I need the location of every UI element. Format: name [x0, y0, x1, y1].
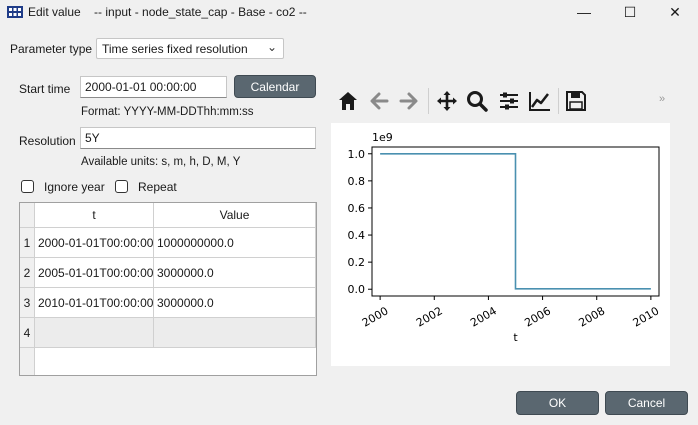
back-button[interactable]	[366, 88, 392, 114]
pan-icon	[437, 91, 457, 111]
y-tick-label: 0.6	[348, 202, 366, 215]
y-scale-label: 1e9	[372, 131, 393, 144]
window-title: Edit value -- input - node_state_cap - B…	[28, 5, 307, 19]
y-tick-label: 0.8	[348, 175, 366, 188]
resolution-input[interactable]: 5Y	[80, 127, 316, 149]
table-cell-t[interactable]	[35, 318, 154, 348]
row-header[interactable]: 2	[20, 258, 35, 288]
row-header[interactable]: 1	[20, 228, 35, 258]
table-cell-value[interactable]: 1000000000.0	[154, 228, 316, 258]
save-icon	[566, 91, 586, 111]
table-cell-value[interactable]: 3000000.0	[154, 258, 316, 288]
table-cell-value[interactable]: 3000000.0	[154, 288, 316, 318]
table-cell-t[interactable]: 2000-01-01T00:00:00	[35, 228, 154, 258]
maximize-icon: ☐	[623, 3, 637, 20]
plot-area[interactable]: 0.0 0.2 0.4 0.6 0.8 1.0 2000 2002 2004 2006 2008 20…	[331, 123, 670, 366]
parameter-type-select[interactable]: Time series fixed resolution ⌄	[96, 38, 284, 59]
table-corner	[20, 203, 35, 228]
close-button[interactable]: ✕	[652, 0, 698, 24]
app-icon	[7, 6, 23, 18]
x-axis-label: t	[513, 331, 518, 344]
row-header-filler	[20, 348, 35, 375]
minimize-button[interactable]: —	[561, 0, 607, 24]
home-button[interactable]	[335, 88, 361, 114]
ok-button[interactable]: OK	[516, 391, 599, 415]
start-time-input[interactable]: 2000-01-01 00:00:00	[80, 76, 227, 98]
ok-button-label: OK	[548, 396, 567, 410]
forward-arrow-icon	[399, 92, 418, 110]
x-tick-label: 2006	[522, 304, 553, 329]
edit-axis-icon	[529, 92, 550, 111]
column-header-t[interactable]: t	[35, 203, 154, 228]
chevron-down-icon: ⌄	[266, 40, 277, 54]
series-line	[380, 152, 651, 290]
table-cell-t[interactable]: 2010-01-01T00:00:00	[35, 288, 154, 318]
x-tick-label: 2004	[468, 304, 499, 329]
table-cell-value[interactable]	[154, 318, 316, 348]
start-time-label: Start time	[19, 82, 71, 96]
calendar-button[interactable]: Calendar	[234, 75, 316, 98]
x-tick-label: 2000	[360, 304, 391, 329]
x-tick-label: 2002	[414, 304, 445, 329]
ignore-year-label: Ignore year	[44, 180, 105, 194]
resolution-value: 5Y	[85, 131, 100, 145]
x-tick-label: 2010	[631, 304, 662, 329]
y-tick-label: 0.0	[348, 283, 366, 296]
cancel-button[interactable]: Cancel	[605, 391, 688, 415]
units-hint: Available units: s, m, h, D, M, Y	[81, 156, 241, 168]
y-tick-label: 1.0	[348, 148, 366, 161]
home-icon	[339, 92, 357, 110]
configure-subplots-button[interactable]	[496, 88, 522, 114]
toolbar-separator	[428, 88, 429, 114]
table-cell-t[interactable]: 2005-01-01T00:00:00	[35, 258, 154, 288]
parameter-type-value: Time series fixed resolution	[102, 42, 248, 56]
zoom-icon	[467, 91, 488, 112]
save-button[interactable]	[563, 88, 589, 114]
edit-axis-button[interactable]	[527, 88, 553, 114]
repeat-checkbox[interactable]	[115, 180, 128, 193]
repeat-label: Repeat	[138, 180, 177, 194]
time-series-table[interactable]: t Value 1 2000-01-01T00:00:00 1000000000…	[19, 202, 317, 376]
close-icon: ✕	[669, 3, 681, 20]
y-tick-label: 0.2	[348, 256, 366, 269]
toolbar-separator	[558, 88, 559, 114]
row-header[interactable]: 3	[20, 288, 35, 318]
title-bar: Edit value -- input - node_state_cap - B…	[0, 0, 698, 24]
calendar-button-label: Calendar	[250, 79, 300, 94]
cancel-button-label: Cancel	[627, 396, 666, 410]
x-tick-label: 2008	[576, 304, 607, 329]
row-header[interactable]: 4	[20, 318, 35, 348]
maximize-button[interactable]: ☐	[607, 0, 653, 24]
y-tick-label: 0.4	[348, 229, 366, 242]
configure-subplots-icon	[500, 92, 518, 110]
step-chart[interactable]: 0.0 0.2 0.4 0.6 0.8 1.0 2000 2002 2004 2006 2008 20…	[331, 123, 670, 366]
back-arrow-icon	[370, 92, 389, 110]
pan-button[interactable]	[434, 88, 460, 114]
parameter-type-label: Parameter type	[10, 42, 93, 56]
minimize-icon: —	[577, 4, 591, 20]
resolution-label: Resolution	[19, 134, 76, 148]
format-hint: Format: YYYY-MM-DDThh:mm:ss	[81, 106, 254, 118]
ignore-year-checkbox[interactable]	[21, 180, 34, 193]
toolbar-overflow-icon[interactable]: »	[659, 93, 665, 105]
zoom-button[interactable]	[464, 88, 490, 114]
start-time-value: 2000-01-01 00:00:00	[85, 80, 197, 94]
forward-button[interactable]	[396, 88, 422, 114]
column-header-value[interactable]: Value	[154, 203, 316, 228]
